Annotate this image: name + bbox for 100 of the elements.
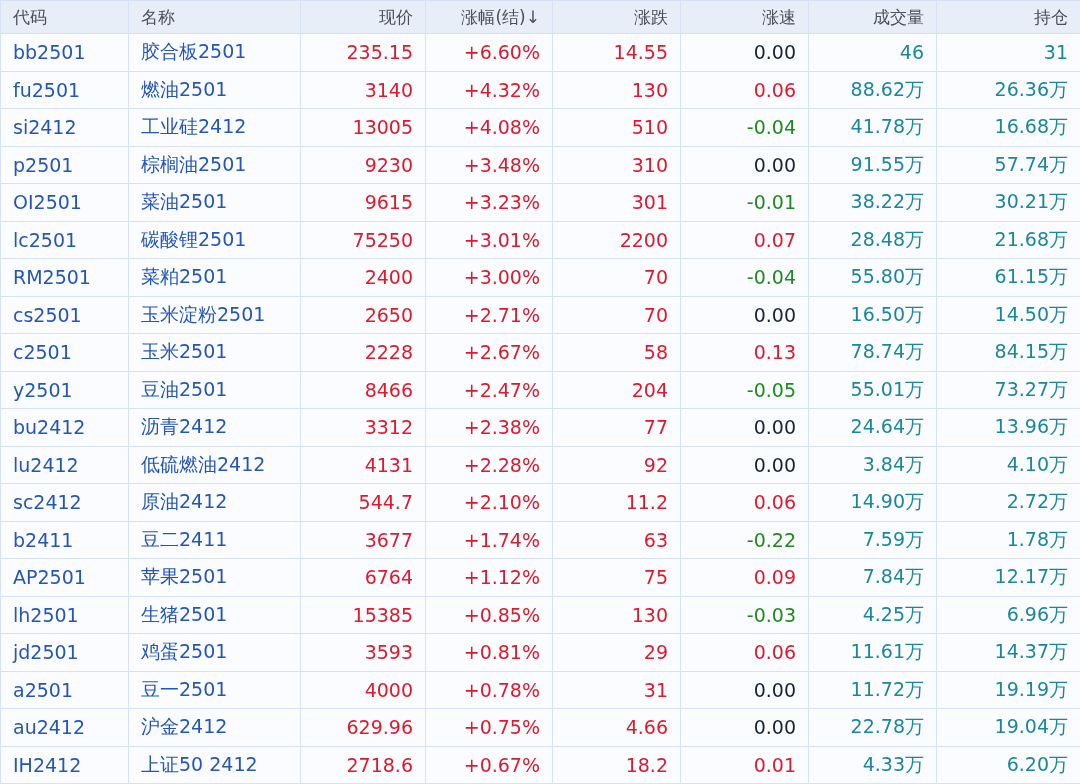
open-interest-cell: 57.74万 [936,146,1080,184]
contract-name[interactable]: 沥青2412 [128,408,301,446]
contract-name[interactable]: 苹果2501 [128,558,301,596]
price-cell: 13005 [300,108,426,146]
volume-cell: 4.33万 [808,746,937,784]
change-cell: 204 [552,371,681,409]
volume-cell: 7.84万 [808,558,937,596]
change-percent-cell: +0.85% [425,596,553,634]
price-cell: 235.15 [300,33,426,71]
contract-name[interactable]: 工业硅2412 [128,108,301,146]
price-cell: 9615 [300,183,426,221]
contract-code[interactable]: AP2501 [0,558,129,596]
speed-cell: 0.00 [680,33,809,71]
column-header[interactable]: 成交量 [808,0,937,34]
column-header[interactable]: 持仓 [936,0,1080,34]
change-percent-cell: +3.00% [425,258,553,296]
column-header[interactable]: 涨速 [680,0,809,34]
change-percent-cell: +0.67% [425,746,553,784]
contract-name[interactable]: 胶合板2501 [128,33,301,71]
contract-code[interactable]: a2501 [0,671,129,709]
contract-name[interactable]: 生猪2501 [128,596,301,634]
contract-code[interactable]: bu2412 [0,408,129,446]
price-cell: 4131 [300,446,426,484]
open-interest-cell: 84.15万 [936,333,1080,371]
contract-code[interactable]: jd2501 [0,633,129,671]
contract-name[interactable]: 豆二2411 [128,521,301,559]
volume-cell: 3.84万 [808,446,937,484]
price-cell: 6764 [300,558,426,596]
volume-cell: 4.25万 [808,596,937,634]
open-interest-cell: 14.50万 [936,296,1080,334]
price-cell: 4000 [300,671,426,709]
volume-cell: 7.59万 [808,521,937,559]
open-interest-cell: 6.20万 [936,746,1080,784]
change-cell: 2200 [552,221,681,259]
change-percent-cell: +3.48% [425,146,553,184]
price-cell: 544.7 [300,483,426,521]
column-header[interactable]: 代码 [0,0,129,34]
contract-code[interactable]: y2501 [0,371,129,409]
contract-name[interactable]: 菜油2501 [128,183,301,221]
volume-cell: 22.78万 [808,708,937,746]
contract-code[interactable]: si2412 [0,108,129,146]
contract-name[interactable]: 玉米淀粉2501 [128,296,301,334]
speed-cell: 0.00 [680,671,809,709]
contract-code[interactable]: sc2412 [0,483,129,521]
change-cell: 70 [552,296,681,334]
speed-cell: -0.01 [680,183,809,221]
change-percent-cell: +2.28% [425,446,553,484]
change-cell: 70 [552,258,681,296]
open-interest-cell: 4.10万 [936,446,1080,484]
volume-cell: 24.64万 [808,408,937,446]
open-interest-cell: 12.17万 [936,558,1080,596]
change-cell: 92 [552,446,681,484]
contract-code[interactable]: au2412 [0,708,129,746]
price-cell: 3677 [300,521,426,559]
contract-name[interactable]: 菜粕2501 [128,258,301,296]
contract-name[interactable]: 玉米2501 [128,333,301,371]
contract-code[interactable]: IH2412 [0,746,129,784]
contract-name[interactable]: 碳酸锂2501 [128,221,301,259]
open-interest-cell: 1.78万 [936,521,1080,559]
contract-code[interactable]: fu2501 [0,71,129,109]
contract-code[interactable]: lh2501 [0,596,129,634]
contract-name[interactable]: 原油2412 [128,483,301,521]
change-cell: 130 [552,71,681,109]
price-cell: 2400 [300,258,426,296]
speed-cell: -0.04 [680,108,809,146]
contract-name[interactable]: 豆一2501 [128,671,301,709]
contract-name[interactable]: 燃油2501 [128,71,301,109]
contract-name[interactable]: 沪金2412 [128,708,301,746]
speed-cell: 0.01 [680,746,809,784]
contract-code[interactable]: lc2501 [0,221,129,259]
contract-code[interactable]: RM2501 [0,258,129,296]
contract-code[interactable]: bb2501 [0,33,129,71]
contract-code[interactable]: cs2501 [0,296,129,334]
contract-name[interactable]: 豆油2501 [128,371,301,409]
price-cell: 75250 [300,221,426,259]
contract-name[interactable]: 鸡蛋2501 [128,633,301,671]
column-header[interactable]: 涨幅(结)↓ [425,0,553,34]
change-cell: 130 [552,596,681,634]
contract-code[interactable]: p2501 [0,146,129,184]
change-percent-cell: +0.81% [425,633,553,671]
price-cell: 2650 [300,296,426,334]
change-cell: 63 [552,521,681,559]
contract-code[interactable]: b2411 [0,521,129,559]
price-cell: 3140 [300,71,426,109]
change-cell: 310 [552,146,681,184]
contract-name[interactable]: 棕榈油2501 [128,146,301,184]
change-percent-cell: +3.23% [425,183,553,221]
column-header[interactable]: 名称 [128,0,301,34]
change-cell: 18.2 [552,746,681,784]
contract-name[interactable]: 低硫燃油2412 [128,446,301,484]
contract-code[interactable]: lu2412 [0,446,129,484]
contract-code[interactable]: c2501 [0,333,129,371]
contract-code[interactable]: OI2501 [0,183,129,221]
column-header[interactable]: 现价 [300,0,426,34]
speed-cell: -0.03 [680,596,809,634]
volume-cell: 55.01万 [808,371,937,409]
speed-cell: 0.06 [680,633,809,671]
speed-cell: -0.04 [680,258,809,296]
column-header[interactable]: 涨跌 [552,0,681,34]
contract-name[interactable]: 上证50 2412 [128,746,301,784]
